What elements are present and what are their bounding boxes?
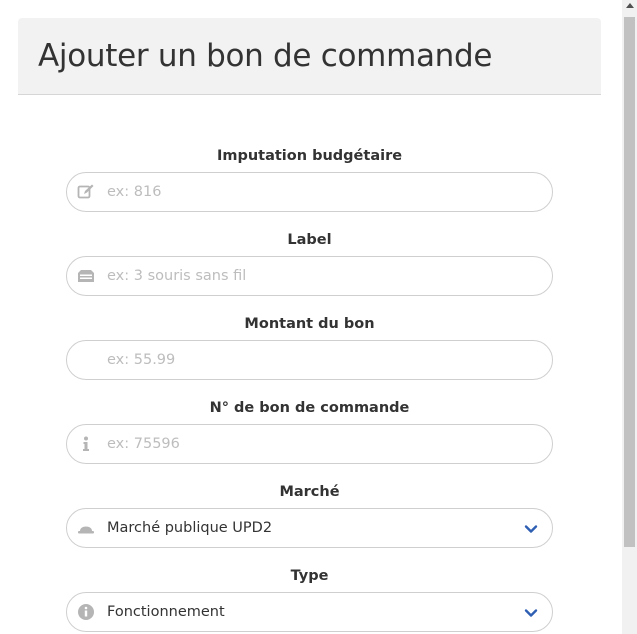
scroll-up-icon[interactable] — [626, 3, 634, 8]
market-select[interactable]: Marché publique UPD2 — [66, 508, 553, 548]
order-number-input-wrap — [66, 424, 553, 464]
field-market: Marché Marché publique UPD2 — [66, 482, 553, 548]
type-select-value: Fonctionnement — [107, 604, 225, 620]
label-input[interactable] — [107, 257, 527, 295]
info-icon — [77, 435, 95, 453]
imputation-label: Imputation budgétaire — [216, 148, 403, 164]
order-number-input[interactable] — [107, 425, 527, 463]
market-select-value: Marché publique UPD2 — [107, 520, 273, 536]
label-input-wrap — [66, 256, 553, 296]
type-select[interactable]: Fonctionnement — [66, 592, 553, 632]
imputation-input[interactable] — [107, 173, 527, 211]
field-imputation: Imputation budgétaire — [66, 146, 553, 212]
add-purchase-order-modal: Ajouter un bon de commande Imputation bu… — [18, 18, 601, 634]
field-amount: Montant du bon — [66, 314, 553, 380]
modal-title: Ajouter un bon de commande — [38, 38, 493, 74]
info-circle-icon — [77, 603, 95, 621]
label-label: Label — [287, 232, 332, 248]
chevron-down-icon — [524, 605, 538, 619]
scrollbar-thumb[interactable] — [624, 17, 635, 547]
hat-icon — [77, 519, 95, 537]
field-label: Label — [66, 230, 553, 296]
amount-input-wrap — [66, 340, 553, 380]
market-label: Marché — [279, 484, 340, 500]
field-order-number: N° de bon de commande — [66, 398, 553, 464]
chevron-down-icon — [524, 521, 538, 535]
edit-icon — [77, 183, 95, 201]
amount-label: Montant du bon — [244, 316, 375, 332]
imputation-input-wrap — [66, 172, 553, 212]
field-type: Type Fonctionnement — [66, 566, 553, 632]
amount-input[interactable] — [107, 341, 527, 379]
archive-icon — [77, 267, 95, 285]
modal-header: Ajouter un bon de commande — [18, 18, 601, 95]
vertical-scrollbar[interactable] — [622, 0, 637, 634]
type-label: Type — [290, 568, 329, 584]
euro-icon — [77, 351, 95, 369]
order-number-label: N° de bon de commande — [209, 400, 410, 416]
